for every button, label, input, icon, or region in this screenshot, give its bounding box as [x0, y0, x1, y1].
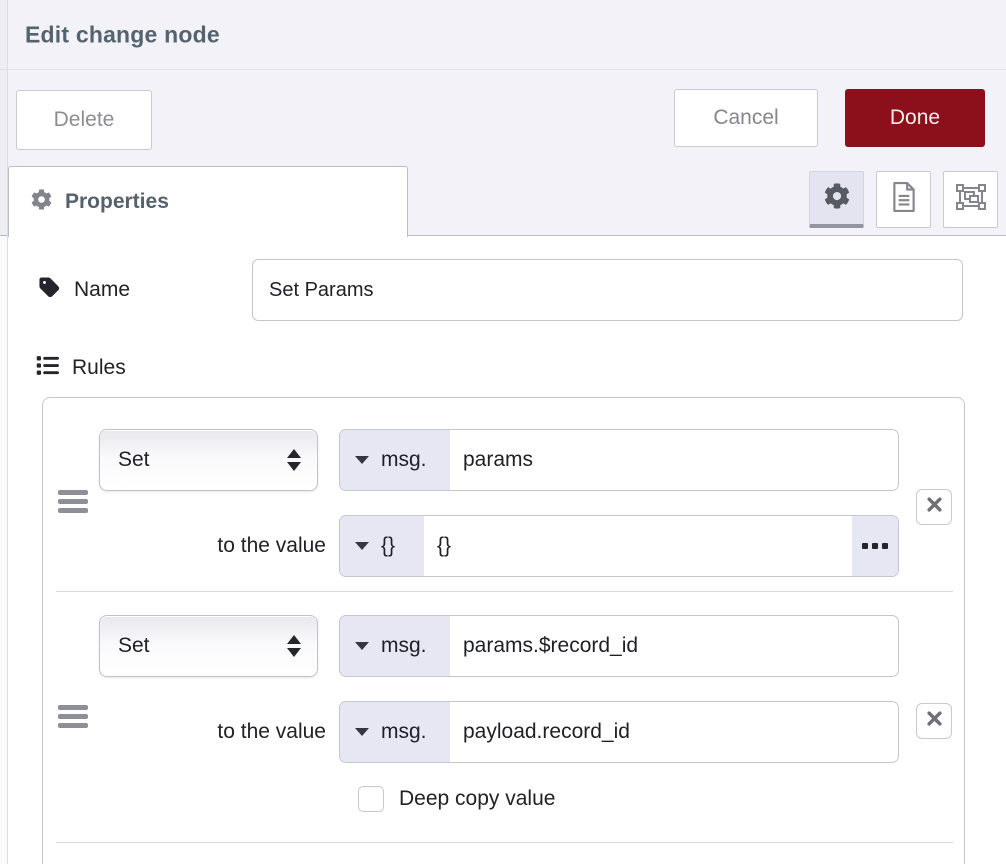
appearance-tab-button[interactable] — [943, 171, 998, 228]
rules-list: Set msg. params to the value {} {} — [42, 397, 965, 864]
delete-button[interactable]: Delete — [16, 90, 152, 150]
name-field-label: Name — [38, 259, 130, 321]
deep-copy-checkbox[interactable] — [358, 786, 384, 812]
name-input[interactable] — [252, 259, 963, 321]
properties-tab-button[interactable] — [809, 171, 864, 228]
ellipsis-icon — [862, 543, 888, 549]
rule-1-property-type-button[interactable]: msg. — [340, 430, 450, 490]
caret-down-icon — [355, 542, 369, 550]
cancel-button[interactable]: Cancel — [674, 89, 818, 147]
rule-1-property-input: msg. params — [339, 429, 899, 491]
rule-1-action-select[interactable]: Set — [99, 429, 318, 491]
rule-2-property-value[interactable]: params.$record_id — [450, 616, 898, 676]
rule-2-value[interactable]: payload.record_id — [450, 702, 898, 762]
dialog-toolbar: Delete Cancel Done — [0, 70, 1006, 166]
tab-properties[interactable]: Properties — [8, 166, 408, 237]
rule-2-to-label: to the value — [83, 718, 326, 746]
rule-1-value-type-button[interactable]: {} — [340, 516, 424, 576]
rule-1-property-type: msg. — [381, 448, 427, 472]
deep-copy-row: Deep copy value — [358, 786, 555, 812]
x-icon — [927, 497, 942, 517]
rule-1-drag-handle[interactable] — [58, 490, 88, 517]
rule-2-action-value: Set — [118, 634, 150, 658]
rule-1-action-value: Set — [118, 448, 150, 472]
dialog-title: Edit change node — [25, 21, 220, 48]
up-down-arrows-icon — [287, 449, 301, 471]
object-group-icon — [956, 184, 986, 215]
document-icon — [891, 182, 917, 217]
rule-1-delete-button[interactable] — [916, 489, 952, 525]
up-down-arrows-icon — [287, 635, 301, 657]
name-label-text: Name — [74, 278, 130, 302]
description-tab-button[interactable] — [876, 171, 931, 228]
rule-2-delete-button[interactable] — [916, 703, 952, 739]
caret-down-icon — [355, 728, 369, 736]
caret-down-icon — [355, 456, 369, 464]
done-button[interactable]: Done — [845, 89, 985, 147]
dialog-header: Edit change node — [0, 0, 1006, 70]
rules-label-text: Rules — [72, 356, 126, 380]
edit-change-node-dialog: Edit change node Delete Cancel Done Prop… — [0, 0, 1006, 864]
rule-2-value-type-button[interactable]: msg. — [340, 702, 450, 762]
rule-1-to-label: to the value — [83, 532, 326, 560]
rule-2-value-type: msg. — [381, 720, 427, 744]
rules-section-label: Rules — [36, 346, 126, 390]
rule-2-value-input: msg. payload.record_id — [339, 701, 899, 763]
rule-2-property-type: msg. — [381, 634, 427, 658]
rule-1-value[interactable]: {} — [424, 516, 852, 576]
rule-1-value-input: {} {} — [339, 515, 899, 577]
rule-divider — [56, 591, 953, 592]
rule-2-action-select[interactable]: Set — [99, 615, 318, 677]
gear-icon — [824, 183, 850, 214]
list-icon — [36, 354, 59, 383]
x-icon — [927, 711, 942, 731]
rule-1-value-type: {} — [381, 534, 395, 558]
gear-icon — [31, 189, 52, 215]
rule-divider — [56, 842, 953, 843]
rule-1-expand-editor-button[interactable] — [852, 516, 898, 576]
rule-2-property-input: msg. params.$record_id — [339, 615, 899, 677]
tab-properties-label: Properties — [65, 190, 169, 214]
rule-2-property-type-button[interactable]: msg. — [340, 616, 450, 676]
deep-copy-label: Deep copy value — [399, 787, 555, 811]
caret-down-icon — [355, 642, 369, 650]
rule-1-property-value[interactable]: params — [450, 430, 898, 490]
tag-icon — [38, 276, 61, 305]
